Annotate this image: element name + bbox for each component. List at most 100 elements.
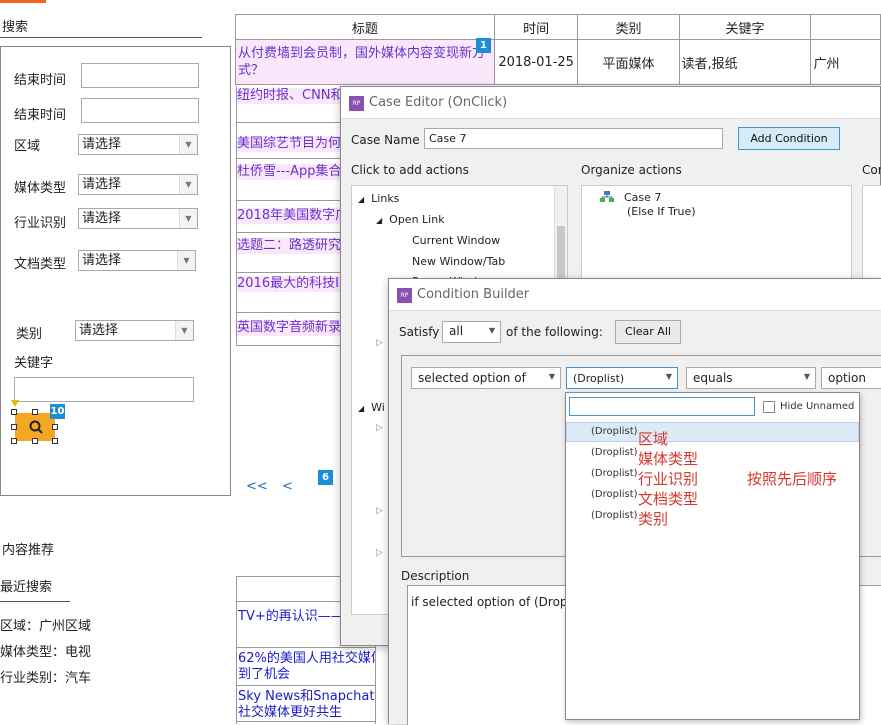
list-item-name[interactable]: 行业识别: [638, 469, 698, 489]
satisfy-label: Satisfy: [399, 325, 440, 339]
search-button[interactable]: [15, 413, 55, 441]
case-item[interactable]: Case 7: [624, 191, 661, 204]
region-select[interactable]: 请选择 ▼: [78, 134, 198, 155]
condition-operator-select[interactable]: equals ▼: [686, 367, 816, 389]
hide-unnamed-label: Hide Unnamed: [780, 401, 855, 412]
resize-handle[interactable]: [32, 438, 38, 444]
recommend-title: 内容推荐: [2, 543, 55, 558]
pager-prev[interactable]: <: [282, 479, 293, 494]
list-item-name[interactable]: 类别: [638, 509, 668, 529]
organize-label: Organize actions: [581, 163, 682, 177]
recent-item[interactable]: 行业类别：汽车: [0, 667, 91, 686]
row-title-link[interactable]: 选题二：路透研究...的兴起欧洲: [237, 238, 340, 254]
expand-icon[interactable]: ▷: [376, 548, 383, 558]
industry-select-value: 请选择: [82, 211, 122, 226]
category-label: 类别: [16, 327, 43, 342]
media-type-select[interactable]: 请选择 ▼: [78, 174, 198, 195]
row-title-link[interactable]: 2018年美国数字广...: [237, 208, 340, 224]
of-following-label: of the following:: [506, 325, 603, 339]
widget-badge: 1: [476, 38, 491, 53]
column-header-extra: [810, 14, 881, 40]
pager-first[interactable]: <<: [246, 479, 268, 494]
hide-unnamed-checkbox[interactable]: [763, 401, 775, 413]
condition-target-select[interactable]: (Droplist) ▼: [566, 367, 678, 389]
row-title-link[interactable]: 2016最大的科技IP...样的APP？: [237, 276, 340, 292]
category-select[interactable]: 请选择 ▼: [75, 320, 194, 341]
widget-badge: 6: [318, 470, 333, 485]
table-row[interactable]: 从付费墙到会员制，国外媒体内容变现新方式？ 2018-01-25 平面媒体 读者…: [235, 39, 881, 85]
case-condition-summary: (Else If True): [627, 205, 696, 218]
results-table: 标题 时间 类别 关键字 从付费墙到会员制，国外媒体内容变现新方式？ 2018-…: [235, 14, 881, 85]
doc-type-select-value: 请选择: [82, 253, 122, 268]
list-item-type[interactable]: (Droplist): [591, 426, 638, 437]
add-condition-button[interactable]: Add Condition: [738, 127, 840, 150]
resize-handle[interactable]: [11, 438, 17, 444]
condition-operator-value: equals: [693, 371, 733, 385]
list-item-type[interactable]: (Droplist): [591, 489, 638, 500]
row-title-link[interactable]: 英国数字音频新录...: [237, 320, 340, 336]
resize-handle[interactable]: [32, 409, 38, 415]
filter-input[interactable]: [569, 397, 755, 416]
divider: [236, 312, 340, 313]
tree-item-links[interactable]: ◢ Links: [358, 192, 399, 205]
app-logo-icon: RP: [397, 288, 412, 303]
row-region: 广州: [810, 39, 881, 85]
list-item-name[interactable]: 媒体类型: [638, 449, 698, 469]
description-label: Description: [401, 569, 470, 583]
organize-actions-panel: Case 7 (Else If True): [581, 185, 852, 285]
list-item-type[interactable]: (Droplist): [591, 510, 638, 521]
resize-handle[interactable]: [11, 409, 17, 415]
tree-item-label: Open Link: [389, 213, 445, 226]
list-item-name[interactable]: 区域: [638, 429, 668, 449]
divider: [236, 272, 340, 273]
condition-value-select[interactable]: option: [821, 367, 881, 389]
end-time-input-1[interactable]: [81, 63, 199, 88]
condition-type-select[interactable]: selected option of ▼: [411, 367, 561, 389]
condition-builder-titlebar[interactable]: RP Condition Builder: [389, 279, 881, 311]
case-name-label: Case Name: [351, 133, 420, 147]
industry-select[interactable]: 请选择 ▼: [78, 208, 198, 229]
resize-handle[interactable]: [52, 438, 58, 444]
category-select-value: 请选择: [79, 323, 119, 338]
list-item-type[interactable]: (Droplist): [591, 468, 638, 479]
recommend-link[interactable]: 62%的美国人用社交媒体...体也找到了机会: [238, 651, 375, 683]
resize-handle[interactable]: [11, 424, 17, 430]
divider: [0, 37, 202, 38]
satisfy-select[interactable]: all ▼: [442, 321, 501, 343]
end-time-input-2[interactable]: [81, 98, 199, 123]
tree-item-new-window[interactable]: New Window/Tab: [412, 255, 505, 268]
clear-all-button[interactable]: Clear All: [615, 320, 681, 344]
keyword-input[interactable]: [14, 377, 194, 402]
media-type-select-value: 请选择: [82, 177, 122, 192]
app-logo-icon: RP: [349, 96, 364, 111]
recent-item[interactable]: 区域：广州区域: [0, 615, 91, 634]
divider: [0, 601, 70, 602]
case-editor-titlebar[interactable]: RP Case Editor (OnClick): [341, 87, 880, 119]
row-title-link[interactable]: 美国综艺节目为何...: [237, 136, 340, 152]
recommend-link[interactable]: Sky News和Snapchat的18...与社交媒体更好共生: [238, 689, 375, 721]
doc-type-select[interactable]: 请选择 ▼: [78, 250, 196, 271]
list-item-type[interactable]: (Droplist): [591, 447, 638, 458]
search-icon: [29, 420, 43, 434]
case-branch-icon: [600, 191, 614, 206]
column-header-keywords: 关键字: [678, 14, 812, 40]
click-to-add-label: Click to add actions: [351, 163, 469, 177]
chevron-down-icon: ▼: [179, 209, 197, 228]
tree-item-open-link[interactable]: ◢ Open Link: [376, 213, 445, 226]
chevron-down-icon: ▼: [175, 321, 193, 340]
case-editor-title: Case Editor (OnClick): [369, 95, 508, 110]
expand-icon[interactable]: ▷: [376, 506, 383, 516]
list-item-name[interactable]: 文档类型: [638, 489, 698, 509]
recent-item[interactable]: 媒体类型：电视: [0, 641, 91, 660]
tree-item-current-window[interactable]: Current Window: [412, 234, 500, 247]
resize-handle[interactable]: [52, 424, 58, 430]
case-name-input[interactable]: Case 7: [424, 128, 723, 149]
row-title-link[interactable]: 从付费墙到会员制，国外媒体内容变现新方式？: [235, 39, 495, 85]
anchor-icon: [11, 400, 19, 407]
row-title-link[interactable]: 纽约时报、CNN和...容: [237, 88, 340, 104]
divider: [236, 86, 237, 346]
expand-icon[interactable]: ▷: [376, 423, 383, 433]
expand-icon[interactable]: ▷: [376, 338, 383, 348]
row-title-link[interactable]: 杜侨雪---App集合...输吗？: [237, 164, 340, 180]
tree-item-widgets[interactable]: ◢ Wi: [358, 401, 385, 414]
